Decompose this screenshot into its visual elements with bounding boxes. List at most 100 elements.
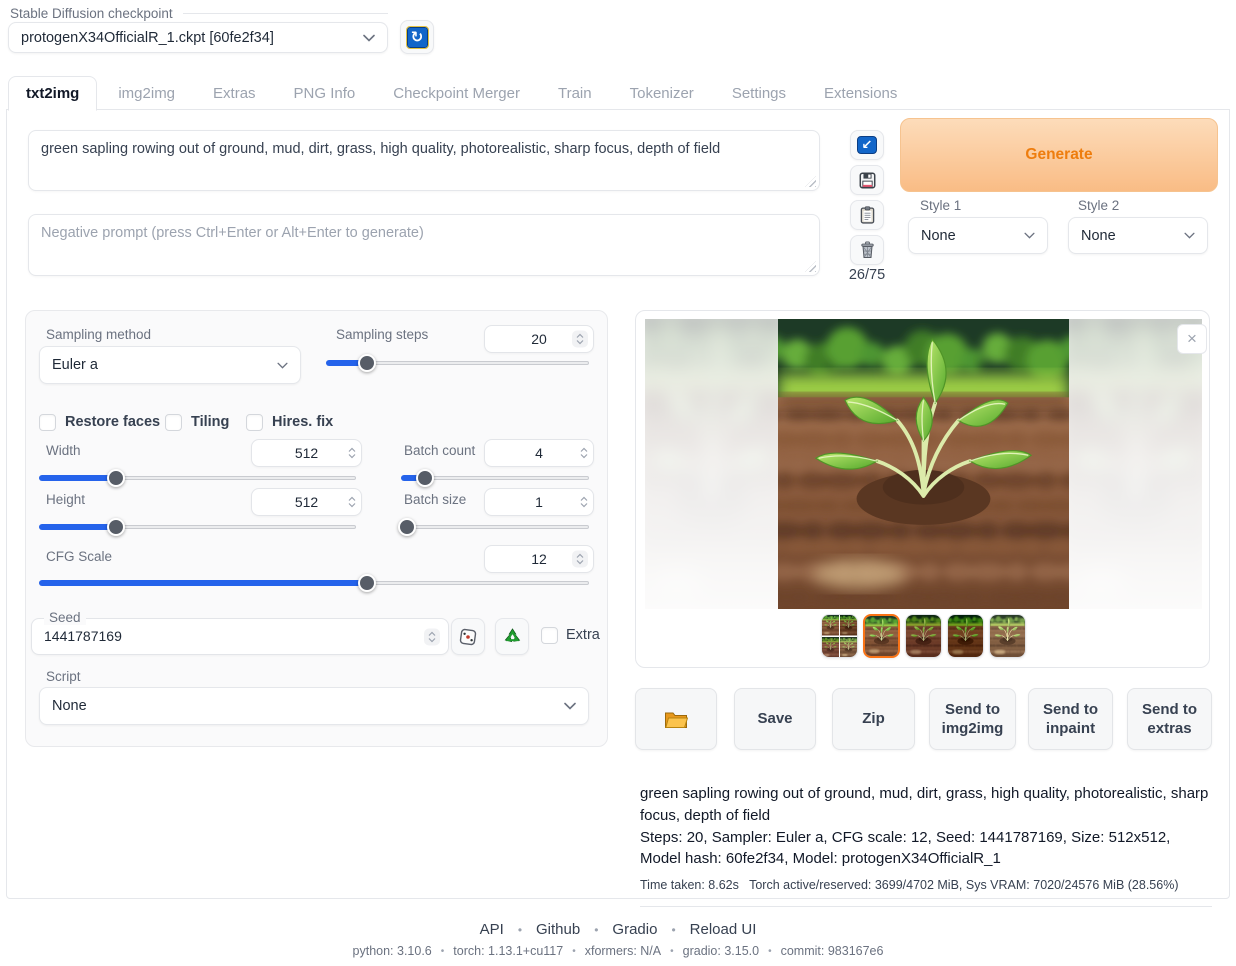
generation-info-perf: Time taken: 8.62s Torch active/reserved:… [640, 876, 1212, 894]
sampling-steps-slider[interactable] [326, 354, 589, 372]
restore-faces-label: Restore faces [65, 414, 160, 430]
tab-checkpoint-merger[interactable]: Checkpoint Merger [376, 77, 537, 110]
random-seed-button[interactable] [451, 618, 485, 655]
thumbnail-selected[interactable] [863, 614, 900, 658]
sampling-method-label: Sampling method [46, 327, 151, 342]
cfg-scale-slider[interactable] [39, 574, 589, 592]
generate-button[interactable]: Generate [900, 118, 1218, 192]
reuse-seed-button[interactable] [495, 618, 529, 655]
generated-image[interactable] [778, 319, 1069, 609]
cfg-scale-input[interactable]: 12 [484, 545, 594, 573]
height-input[interactable]: 512 [251, 488, 362, 516]
thumbnail[interactable] [947, 614, 984, 658]
tab-img2img[interactable]: img2img [101, 77, 192, 110]
sampling-method-dropdown[interactable]: Euler a [39, 346, 301, 384]
style1-value: None [921, 228, 956, 244]
tab-extras[interactable]: Extras [196, 77, 273, 110]
number-spinner[interactable] [348, 448, 356, 459]
commit-hash: commit: 983167e6 [781, 944, 884, 958]
tab-train[interactable]: Train [541, 77, 609, 110]
generation-info: green sapling rowing out of ground, mud,… [640, 783, 1212, 907]
hires-fix-checkbox[interactable] [246, 414, 263, 431]
chevron-down-icon [363, 34, 375, 42]
tab-settings[interactable]: Settings [715, 77, 803, 110]
apply-style-button[interactable] [850, 200, 884, 230]
number-spinner[interactable] [424, 628, 440, 645]
restore-faces-checkbox[interactable] [39, 414, 56, 431]
open-folder-button[interactable] [635, 688, 717, 750]
time-taken: Time taken: 8.62s [640, 878, 739, 892]
width-slider[interactable] [39, 469, 356, 487]
seed-label: Seed [44, 610, 86, 625]
style2-label: Style 2 [1078, 198, 1119, 213]
thumbnail[interactable] [989, 614, 1026, 658]
close-icon: × [1187, 329, 1197, 349]
script-dropdown[interactable]: None [39, 687, 589, 725]
tab-png-info[interactable]: PNG Info [277, 77, 373, 110]
token-counter: 26/75 [844, 267, 890, 283]
number-spinner[interactable] [572, 551, 588, 568]
footer-link-reload-ui[interactable]: Reload UI [690, 921, 757, 938]
batch-count-input[interactable]: 4 [484, 439, 594, 467]
number-spinner[interactable] [580, 497, 588, 508]
style1-dropdown[interactable]: None [908, 217, 1048, 254]
slider-handle[interactable] [398, 518, 416, 536]
thumbnail[interactable] [905, 614, 942, 658]
vram-usage: Torch active/reserved: 3699/4702 MiB, Sy… [749, 878, 1178, 892]
recycle-icon [503, 627, 522, 646]
number-spinner[interactable] [572, 331, 588, 348]
chevron-down-icon [1024, 232, 1035, 239]
seed-input[interactable]: Seed 1441787169 [31, 618, 449, 655]
generation-info-prompt: green sapling rowing out of ground, mud,… [640, 783, 1212, 827]
width-label: Width [46, 443, 81, 458]
slider-handle[interactable] [107, 518, 125, 536]
footer-versions: python: 3.10.6• torch: 1.13.1+cu117• xfo… [0, 944, 1236, 958]
clear-prompt-button[interactable] [850, 235, 884, 265]
result-gallery: × [635, 310, 1210, 668]
style2-dropdown[interactable]: None [1068, 217, 1208, 254]
checkpoint-value: protogenX34OfficialR_1.ckpt [60fe2f34] [21, 30, 274, 46]
extra-seed-checkbox[interactable] [541, 627, 558, 644]
prompt-input[interactable]: green sapling rowing out of ground, mud,… [29, 131, 819, 190]
batch-size-input[interactable]: 1 [484, 488, 594, 516]
number-spinner[interactable] [580, 448, 588, 459]
tiling-checkbox[interactable] [165, 414, 182, 431]
negative-prompt-input[interactable] [29, 215, 819, 275]
close-gallery-button[interactable]: × [1177, 324, 1207, 354]
save-style-button[interactable] [850, 165, 884, 195]
tab-tokenizer[interactable]: Tokenizer [613, 77, 711, 110]
sampling-steps-input[interactable]: 20 [484, 325, 594, 353]
footer-link-gradio[interactable]: Gradio [612, 921, 657, 938]
cfg-scale-label: CFG Scale [46, 549, 112, 564]
refresh-checkpoint-button[interactable]: ↻ [400, 20, 434, 54]
send-to-img2img-button[interactable]: Send to img2img [929, 688, 1016, 750]
tab-txt2img[interactable]: txt2img [8, 76, 97, 111]
floppy-disk-icon [859, 172, 876, 189]
height-slider[interactable] [39, 518, 356, 536]
width-input[interactable]: 512 [251, 439, 362, 467]
slider-handle[interactable] [107, 469, 125, 487]
slider-handle[interactable] [358, 354, 376, 372]
footer-link-api[interactable]: API [480, 921, 504, 938]
txt2img-page: Stable Diffusion checkpoint protogenX34O… [0, 0, 1236, 966]
clipboard-icon [859, 206, 876, 224]
slider-handle[interactable] [416, 469, 434, 487]
save-button[interactable]: Save [734, 688, 816, 750]
paste-generation-params-button[interactable]: ↙ [850, 130, 884, 160]
zip-button[interactable]: Zip [832, 688, 915, 750]
send-to-extras-button[interactable]: Send to extras [1127, 688, 1212, 750]
footer-link-github[interactable]: Github [536, 921, 580, 938]
checkpoint-dropdown[interactable]: protogenX34OfficialR_1.ckpt [60fe2f34] [8, 22, 388, 53]
checkpoint-label-row: Stable Diffusion checkpoint [10, 6, 388, 21]
batch-count-slider[interactable] [401, 469, 589, 487]
tab-extensions[interactable]: Extensions [807, 77, 914, 110]
batch-size-slider[interactable] [401, 518, 589, 536]
prompt-box: green sapling rowing out of ground, mud,… [28, 130, 820, 191]
sampling-steps-label: Sampling steps [336, 327, 428, 342]
slider-handle[interactable] [358, 574, 376, 592]
thumbnail-grid[interactable] [821, 614, 858, 658]
refresh-icon: ↻ [407, 27, 428, 48]
send-to-inpaint-button[interactable]: Send to inpaint [1028, 688, 1113, 750]
number-spinner[interactable] [348, 497, 356, 508]
batch-count-label: Batch count [404, 443, 475, 458]
